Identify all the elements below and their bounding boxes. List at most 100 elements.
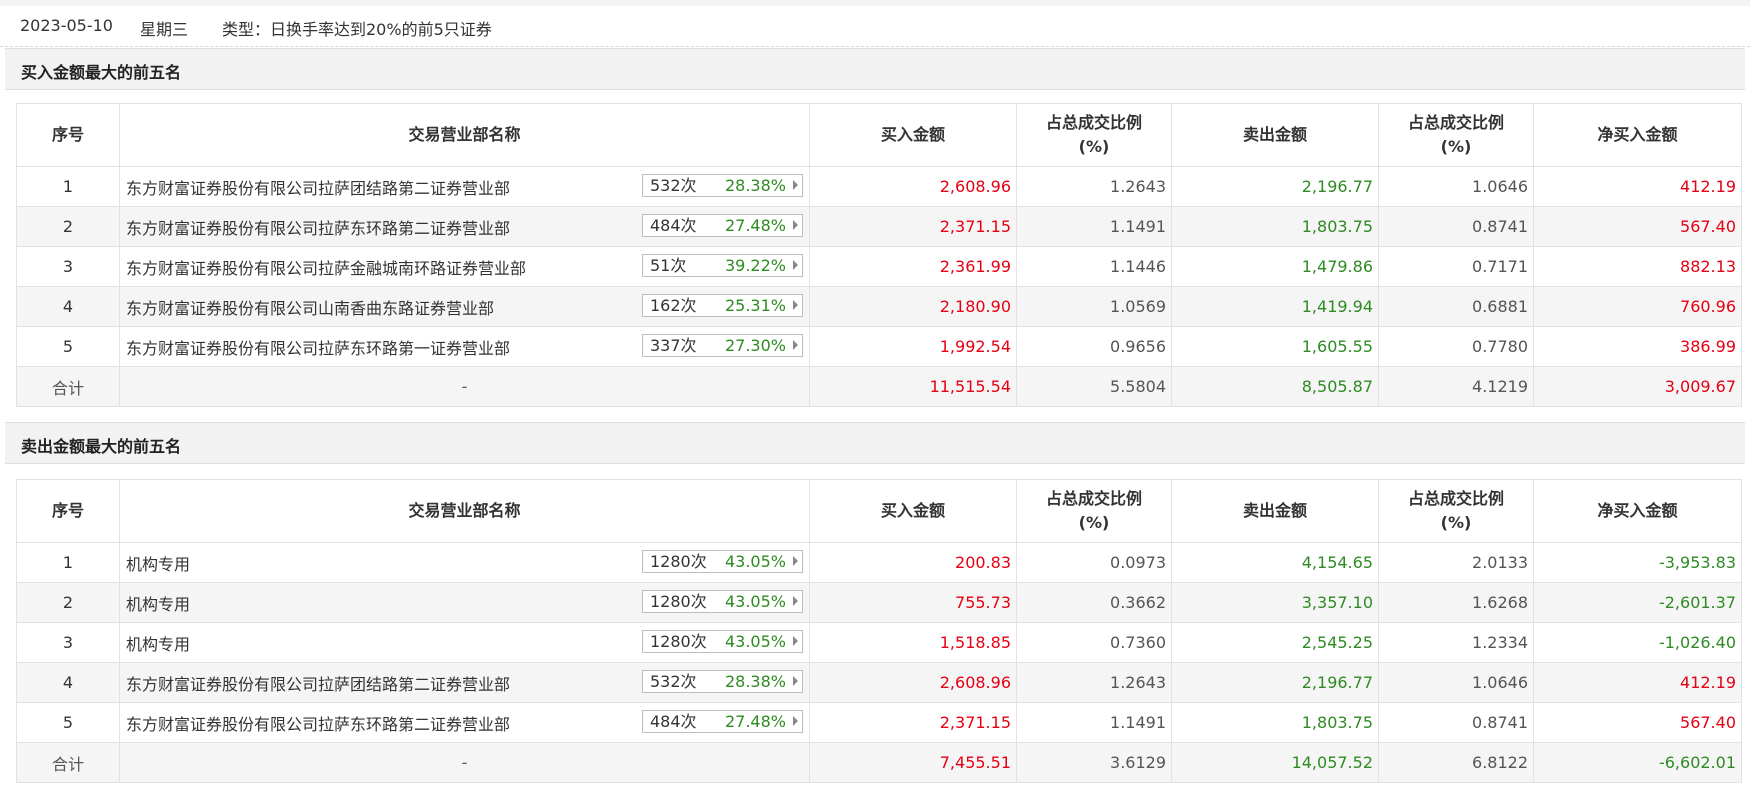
net-buy-amount: -1,026.40	[1533, 622, 1742, 663]
win-rate: 25.31%	[724, 296, 786, 315]
net-buy-amount: 882.13	[1533, 246, 1742, 287]
total-sell-ratio: 4.1219	[1378, 366, 1534, 407]
section-header-sell-top5: 卖出金额最大的前五名	[5, 422, 1745, 464]
total-row: 合计 -7,455.51 3.6129 14,057.52 6.8122 -6,602.0…	[16, 742, 1742, 783]
caret-right-icon	[793, 676, 798, 686]
broker-stats-button[interactable]: 162次 25.31%	[642, 294, 803, 317]
total-net-amount: -6,602.01	[1533, 742, 1742, 783]
appearance-count: 484次	[650, 216, 697, 235]
caret-right-icon	[793, 260, 798, 270]
section-title: 卖出金额最大的前五名	[21, 437, 182, 456]
caret-right-icon	[793, 220, 798, 230]
section-title: 买入金额最大的前五名	[21, 63, 182, 82]
caret-right-icon	[793, 180, 798, 190]
broker-cell: 机构专用 1280次 43.05%	[119, 542, 810, 583]
broker-cell: 机构专用 1280次 43.05%	[119, 582, 810, 623]
broker-cell: 东方财富证券股份有限公司拉萨东环路第二证券营业部 484次 27.48%	[119, 206, 810, 247]
total-label: 合计	[16, 366, 120, 407]
buy-ratio: 0.3662	[1016, 582, 1172, 623]
broker-stats-button[interactable]: 532次 28.38%	[642, 174, 803, 197]
sell-amount: 4,154.65	[1171, 542, 1379, 583]
buy-ratio: 1.1491	[1016, 206, 1172, 247]
row-index: 2	[16, 206, 120, 247]
buy-amount: 200.83	[809, 542, 1017, 583]
win-rate: 43.05%	[724, 632, 786, 651]
total-buy-amount: 7,455.51	[809, 742, 1017, 783]
broker-stats-button[interactable]: 1280次 43.05%	[642, 550, 803, 573]
broker-name-link[interactable]: 东方财富证券股份有限公司拉萨东环路第一证券营业部	[126, 335, 510, 359]
broker-stats-button[interactable]: 484次 27.48%	[642, 214, 803, 237]
net-buy-amount: -3,953.83	[1533, 542, 1742, 583]
broker-stats-button[interactable]: 532次 28.38%	[642, 670, 803, 693]
appearance-count: 484次	[650, 712, 697, 731]
row-index: 4	[16, 662, 120, 703]
broker-cell: 东方财富证券股份有限公司拉萨东环路第二证券营业部 484次 27.48%	[119, 702, 810, 743]
total-buy-ratio: 3.6129	[1016, 742, 1172, 783]
win-rate: 28.38%	[724, 672, 786, 691]
sell-amount: 3,357.10	[1171, 582, 1379, 623]
broker-cell: 东方财富证券股份有限公司拉萨团结路第二证券营业部 532次 28.38%	[119, 166, 810, 207]
appearance-count: 1280次	[650, 632, 707, 651]
sell-ratio: 1.6268	[1378, 582, 1534, 623]
broker-name-link[interactable]: 东方财富证券股份有限公司拉萨团结路第二证券营业部	[126, 175, 510, 199]
win-rate: 43.05%	[724, 552, 786, 571]
broker-cell: 东方财富证券股份有限公司拉萨团结路第二证券营业部 532次 28.38%	[119, 662, 810, 703]
total-name-placeholder: -	[119, 742, 810, 783]
broker-stats-button[interactable]: 337次 27.30%	[642, 334, 803, 357]
buy-ratio: 0.7360	[1016, 622, 1172, 663]
broker-stats-button[interactable]: 484次 27.48%	[642, 710, 803, 733]
sell-ratio: 0.6881	[1378, 286, 1534, 327]
sell-amount: 2,545.25	[1171, 622, 1379, 663]
row-index: 3	[16, 246, 120, 287]
broker-stats-button[interactable]: 1280次 43.05%	[642, 630, 803, 653]
buy-ratio: 1.1491	[1016, 702, 1172, 743]
sell-amount: 1,803.75	[1171, 702, 1379, 743]
win-rate: 28.38%	[724, 176, 786, 195]
broker-name-link[interactable]: 东方财富证券股份有限公司拉萨金融城南环路证券营业部	[126, 255, 526, 279]
col-header-buy: 买入金额	[809, 103, 1017, 167]
table-header-row: 序号 交易营业部名称 买入金额 占总成交比例 (%) 卖出金额 占总成交比例 (%)…	[16, 479, 1742, 543]
net-buy-amount: 567.40	[1533, 206, 1742, 247]
sell-amount: 2,196.77	[1171, 662, 1379, 703]
broker-name-link[interactable]: 东方财富证券股份有限公司拉萨东环路第二证券营业部	[126, 215, 510, 239]
net-buy-amount: -2,601.37	[1533, 582, 1742, 623]
row-index: 5	[16, 702, 120, 743]
col-header-sell: 卖出金额	[1171, 479, 1379, 543]
appearance-count: 1280次	[650, 592, 707, 611]
sell-ratio: 0.7780	[1378, 326, 1534, 367]
net-buy-amount: 386.99	[1533, 326, 1742, 367]
buy-amount: 2,371.15	[809, 702, 1017, 743]
sell-ratio: 1.0646	[1378, 662, 1534, 703]
list-type: 类型：日换手率达到20%的前5只证券	[222, 20, 492, 39]
sell-amount: 1,479.86	[1171, 246, 1379, 287]
caret-right-icon	[793, 596, 798, 606]
buy-ratio: 1.0569	[1016, 286, 1172, 327]
buy-amount: 2,608.96	[809, 166, 1017, 207]
table-row: 3 东方财富证券股份有限公司拉萨金融城南环路证券营业部 51次 39.22% 2,361…	[16, 246, 1742, 287]
caret-right-icon	[793, 716, 798, 726]
table-row: 1 东方财富证券股份有限公司拉萨团结路第二证券营业部 532次 28.38% 2,608…	[16, 166, 1742, 207]
caret-right-icon	[793, 340, 798, 350]
broker-name-link[interactable]: 机构专用	[126, 551, 190, 575]
sell-ratio: 1.2334	[1378, 622, 1534, 663]
table-row: 2 机构专用 1280次 43.05% 755.73 0.3662 3,357.10 1.62…	[16, 582, 1742, 623]
total-sell-amount: 8,505.87	[1171, 366, 1379, 407]
sell-amount: 2,196.77	[1171, 166, 1379, 207]
total-net-amount: 3,009.67	[1533, 366, 1742, 407]
col-header-net: 净买入金额	[1533, 103, 1742, 167]
broker-name-link[interactable]: 机构专用	[126, 591, 190, 615]
win-rate: 43.05%	[724, 592, 786, 611]
table-row: 3 机构专用 1280次 43.05% 1,518.85 0.7360 2,545.25 1.…	[16, 622, 1742, 663]
net-buy-amount: 567.40	[1533, 702, 1742, 743]
sell-ratio: 0.8741	[1378, 206, 1534, 247]
broker-stats-button[interactable]: 51次 39.22%	[642, 254, 803, 277]
broker-name-link[interactable]: 东方财富证券股份有限公司拉萨团结路第二证券营业部	[126, 671, 510, 695]
broker-name-link[interactable]: 东方财富证券股份有限公司拉萨东环路第二证券营业部	[126, 711, 510, 735]
broker-stats-button[interactable]: 1280次 43.05%	[642, 590, 803, 613]
net-buy-amount: 412.19	[1533, 166, 1742, 207]
broker-name-link[interactable]: 东方财富证券股份有限公司山南香曲东路证券营业部	[126, 295, 494, 319]
info-bar: 2023-05-10 星期三 类型：日换手率达到20%的前5只证券	[0, 6, 1750, 47]
broker-name-link[interactable]: 机构专用	[126, 631, 190, 655]
appearance-count: 337次	[650, 336, 697, 355]
total-row: 合计 -11,515.54 5.5804 8,505.87 4.1219 3,009.67	[16, 366, 1742, 407]
